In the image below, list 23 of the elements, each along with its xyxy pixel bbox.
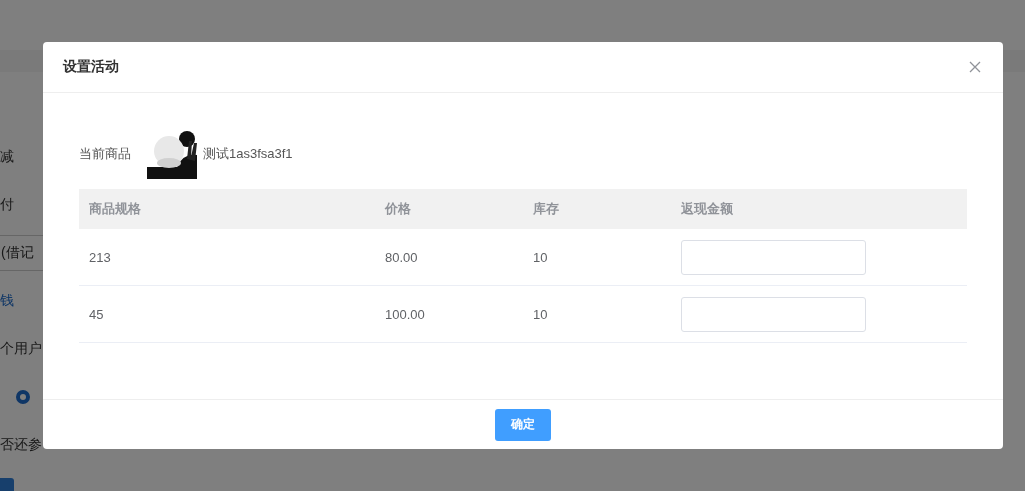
page-text: 减 [0,147,14,166]
product-label: 当前商品 [79,145,131,163]
table-cell-text: 10 [532,249,549,265]
confirm-button[interactable]: 确定 [495,408,551,441]
page-text: 个用户 [0,339,42,358]
table-cell-text: 45 [88,306,105,322]
page-link[interactable]: 钱 [0,291,14,310]
table-cell-text: 213 [88,249,112,265]
cashback-field[interactable] [681,239,866,275]
table-cell-text: 80.00 [384,249,419,265]
column-header: 商品规格 [88,200,142,218]
column-header: 价格 [383,200,412,218]
page-text: 否还参 [0,435,42,454]
table-cell-text: 10 [532,306,549,322]
radio-button[interactable] [16,389,30,404]
close-icon[interactable] [969,61,981,73]
product-name: 测试1as3fsa3f1 [203,145,293,163]
column-header: 返现金额 [680,200,734,218]
dialog-title: 设置活动 [63,58,119,76]
page-text: 付 [0,195,14,214]
cashback-field[interactable] [681,296,866,332]
column-header: 库存 [532,200,560,218]
table-cell-text: 100.00 [384,306,426,322]
